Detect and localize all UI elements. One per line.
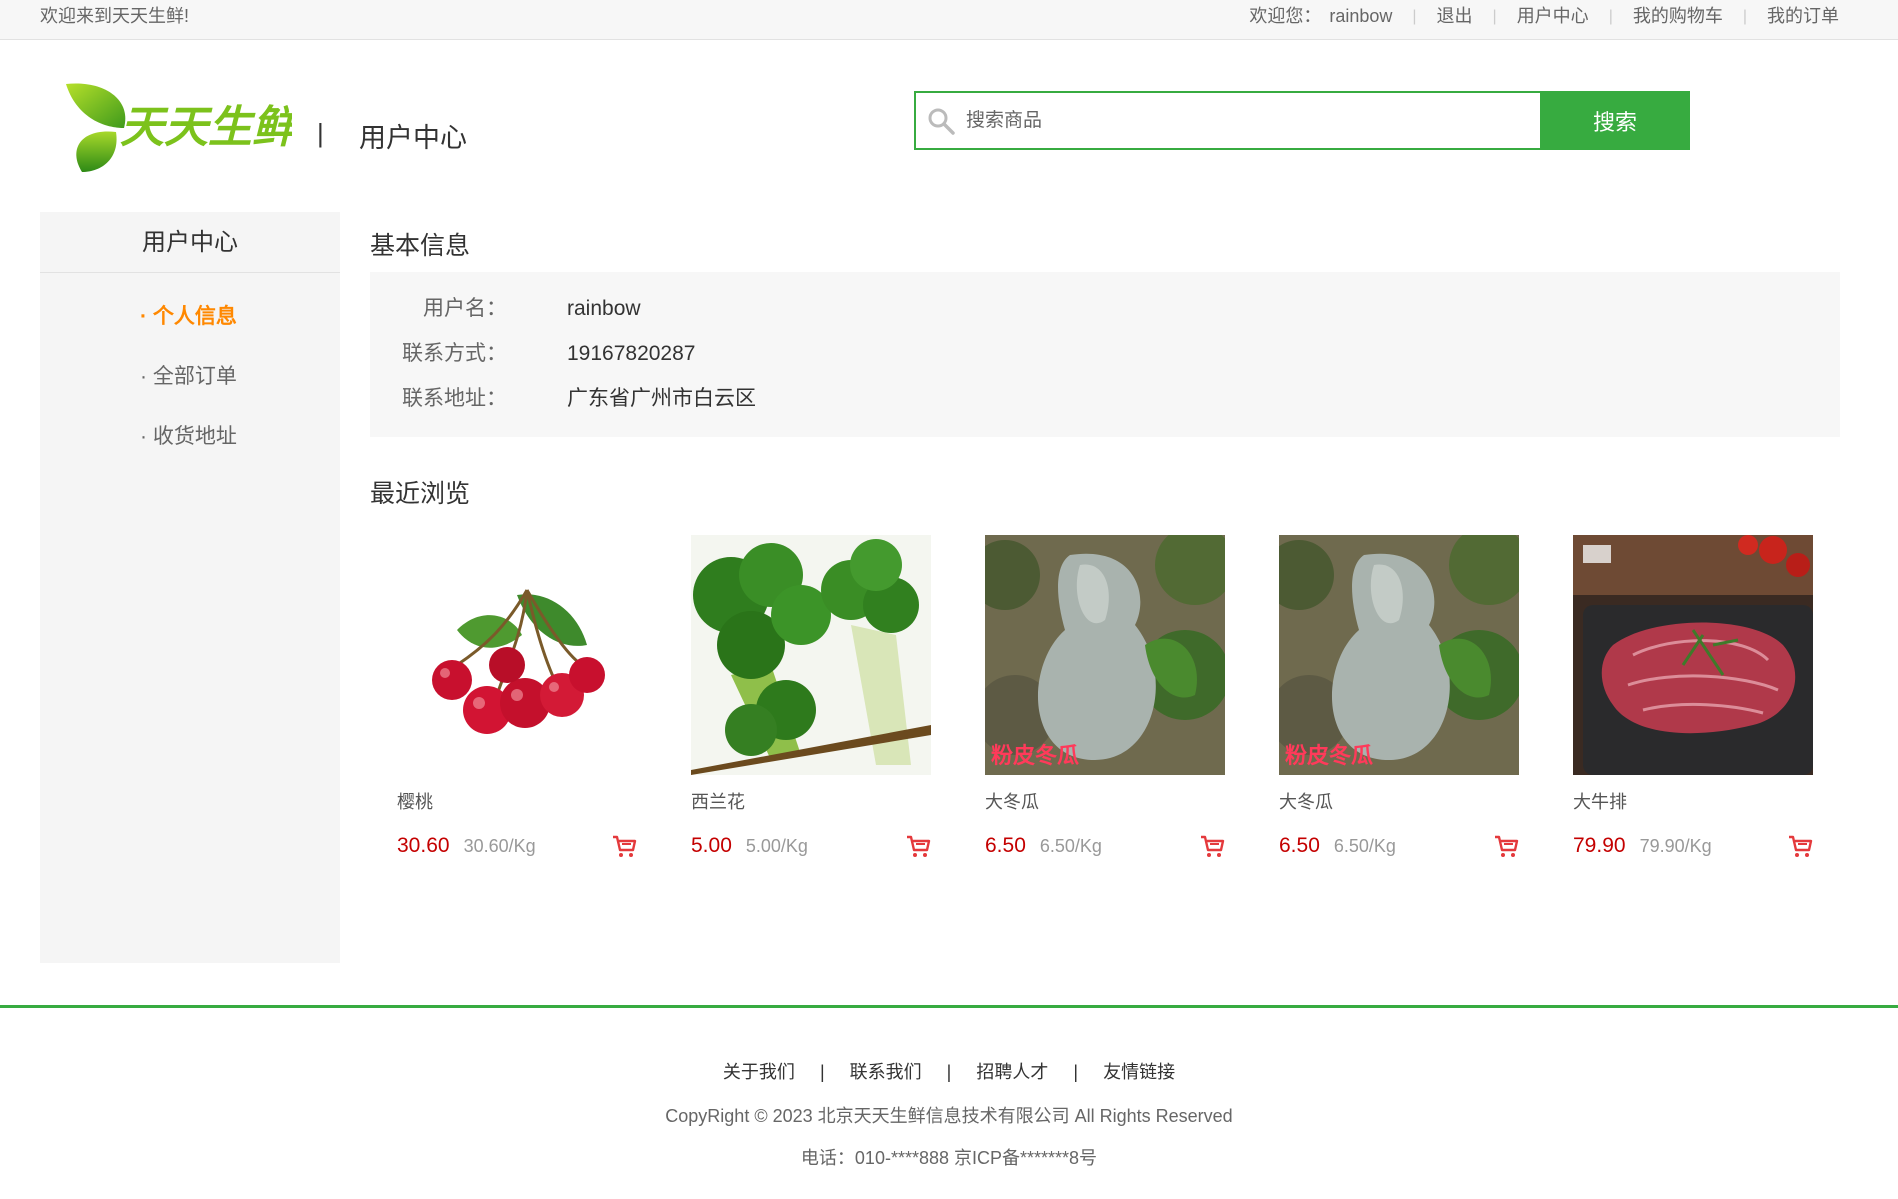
broccoli-image	[691, 535, 931, 775]
info-row-username: 用户名： rainbow	[370, 286, 1840, 331]
search-icon	[916, 93, 966, 148]
goods-price: 79.90	[1573, 834, 1626, 857]
footer-link-about[interactable]: 关于我们	[723, 1062, 795, 1082]
goods-item: 樱桃 30.60 30.60/Kg	[370, 535, 664, 861]
recent-goods-list: 樱桃 30.60 30.60/Kg 西兰花 5.00 5.00/Kg 粉皮冬瓜 …	[370, 535, 1840, 861]
info-row-phone: 联系方式： 19167820287	[370, 331, 1840, 376]
goods-unit-price: 30.60/Kg	[463, 835, 536, 856]
goods-price-row: 6.50 6.50/Kg	[985, 831, 1225, 861]
basic-info-panel: 用户名： rainbow 联系方式： 19167820287 联系地址： 广东省…	[370, 272, 1840, 437]
logout-link[interactable]: 退出	[1437, 0, 1473, 33]
wax-gourd-image: 粉皮冬瓜	[985, 535, 1225, 775]
footer-separator: |	[946, 1062, 952, 1082]
add-to-cart-icon[interactable]	[1199, 833, 1225, 859]
goods-item: 西兰花 5.00 5.00/Kg	[664, 535, 958, 861]
orders-link[interactable]: 我的订单	[1767, 0, 1839, 33]
top-separator: |	[1608, 8, 1613, 25]
sidebar-title: 用户中心	[40, 212, 340, 273]
search-box: 搜索	[914, 91, 1690, 150]
sidebar-menu: · 个人信息 · 全部订单 · 收货地址	[40, 273, 340, 467]
goods-image-link[interactable]: 粉皮冬瓜	[985, 535, 1225, 775]
leaf-logo-icon: 天天生鲜	[66, 83, 302, 172]
goods-unit-price: 5.00/Kg	[745, 835, 808, 856]
username-text: rainbow	[1329, 6, 1393, 26]
sidebar-item-orders[interactable]: · 全部订单	[40, 347, 340, 407]
goods-name[interactable]: 西兰花	[691, 791, 958, 813]
top-bar: 欢迎来到天天生鲜! 欢迎您： rainbow | 退出 | 用户中心 | 我的购…	[0, 0, 1898, 40]
basic-info-title: 基本信息	[370, 232, 471, 260]
steak-image	[1573, 535, 1813, 775]
sidebar-item-profile[interactable]: · 个人信息	[40, 287, 340, 347]
footer-link-jobs[interactable]: 招聘人才	[976, 1062, 1048, 1082]
page-title: 用户中心	[359, 123, 467, 153]
goods-unit-price: 6.50/Kg	[1333, 835, 1396, 856]
site-welcome-text: 欢迎来到天天生鲜!	[40, 6, 190, 26]
goods-unit-price: 79.90/Kg	[1639, 835, 1712, 856]
goods-price: 30.60	[397, 834, 450, 857]
goods-price: 5.00	[691, 834, 732, 857]
footer-link-friends[interactable]: 友情链接	[1103, 1062, 1175, 1082]
user-center-link[interactable]: 用户中心	[1517, 0, 1589, 33]
wax-gourd-image: 粉皮冬瓜	[1279, 535, 1519, 775]
goods-image-link[interactable]	[397, 535, 637, 775]
add-to-cart-icon[interactable]	[905, 833, 931, 859]
goods-image-link[interactable]	[1573, 535, 1813, 775]
cart-link[interactable]: 我的购物车	[1633, 0, 1723, 33]
info-label: 联系方式：	[402, 342, 507, 365]
top-separator: |	[1742, 8, 1747, 25]
logo-text: 天天生鲜	[120, 102, 292, 153]
goods-image-link[interactable]	[691, 535, 931, 775]
footer-link-contact[interactable]: 联系我们	[850, 1062, 922, 1082]
welcome-user-prefix: 欢迎您：	[1249, 6, 1322, 26]
top-links: 欢迎您： rainbow | 退出 | 用户中心 | 我的购物车 | 我的订单	[1249, 0, 1839, 33]
sidebar: 用户中心 · 个人信息 · 全部订单 · 收货地址	[40, 212, 340, 963]
sidebar-item-address[interactable]: · 收货地址	[40, 407, 340, 467]
footer-separator: |	[819, 1062, 825, 1082]
add-to-cart-icon[interactable]	[1493, 833, 1519, 859]
goods-item: 粉皮冬瓜 大冬瓜 6.50 6.50/Kg	[958, 535, 1252, 861]
info-row-address: 联系地址： 广东省广州市白云区	[370, 376, 1840, 421]
site-logo[interactable]: 天天生鲜	[62, 80, 302, 175]
add-to-cart-icon[interactable]	[1787, 833, 1813, 859]
top-separator: |	[1492, 8, 1497, 25]
info-value: 19167820287	[567, 342, 696, 365]
goods-name[interactable]: 大牛排	[1573, 791, 1840, 813]
goods-price-row: 30.60 30.60/Kg	[397, 831, 637, 861]
goods-price-row: 5.00 5.00/Kg	[691, 831, 931, 861]
goods-item: 粉皮冬瓜 大冬瓜 6.50 6.50/Kg	[1252, 535, 1546, 861]
recent-title: 最近浏览	[370, 480, 471, 508]
watermark-text: 粉皮冬瓜	[1285, 743, 1373, 769]
search-input[interactable]	[966, 93, 1540, 148]
info-label: 联系地址：	[402, 387, 507, 410]
info-value: 广东省广州市白云区	[567, 387, 756, 410]
watermark-text: 粉皮冬瓜	[991, 743, 1079, 769]
footer-tel: 电话：010-****888 京ICP备*******8号	[800, 1148, 1098, 1168]
goods-unit-price: 6.50/Kg	[1039, 835, 1102, 856]
cherry-image	[397, 535, 637, 775]
info-label: 用户名：	[423, 297, 507, 320]
info-value: rainbow	[567, 297, 641, 320]
header-separator: |	[317, 118, 324, 148]
footer-links: 关于我们 | 联系我们 | 招聘人才 | 友情链接	[0, 1058, 1898, 1084]
footer-separator: |	[1073, 1062, 1079, 1082]
goods-name[interactable]: 樱桃	[397, 791, 664, 813]
goods-name[interactable]: 大冬瓜	[1279, 791, 1546, 813]
add-to-cart-icon[interactable]	[611, 833, 637, 859]
goods-price-row: 79.90 79.90/Kg	[1573, 831, 1813, 861]
goods-price-row: 6.50 6.50/Kg	[1279, 831, 1519, 861]
top-separator: |	[1412, 8, 1417, 25]
footer-copyright: CopyRight © 2023 北京天天生鲜信息技术有限公司 All Righ…	[665, 1106, 1233, 1126]
search-button[interactable]: 搜索	[1540, 91, 1690, 150]
goods-item: 大牛排 79.90 79.90/Kg	[1546, 535, 1840, 861]
goods-name[interactable]: 大冬瓜	[985, 791, 1252, 813]
goods-image-link[interactable]: 粉皮冬瓜	[1279, 535, 1519, 775]
goods-price: 6.50	[985, 834, 1026, 857]
goods-price: 6.50	[1279, 834, 1320, 857]
footer: 关于我们 | 联系我们 | 招聘人才 | 友情链接 CopyRight © 20…	[0, 1005, 1898, 1199]
